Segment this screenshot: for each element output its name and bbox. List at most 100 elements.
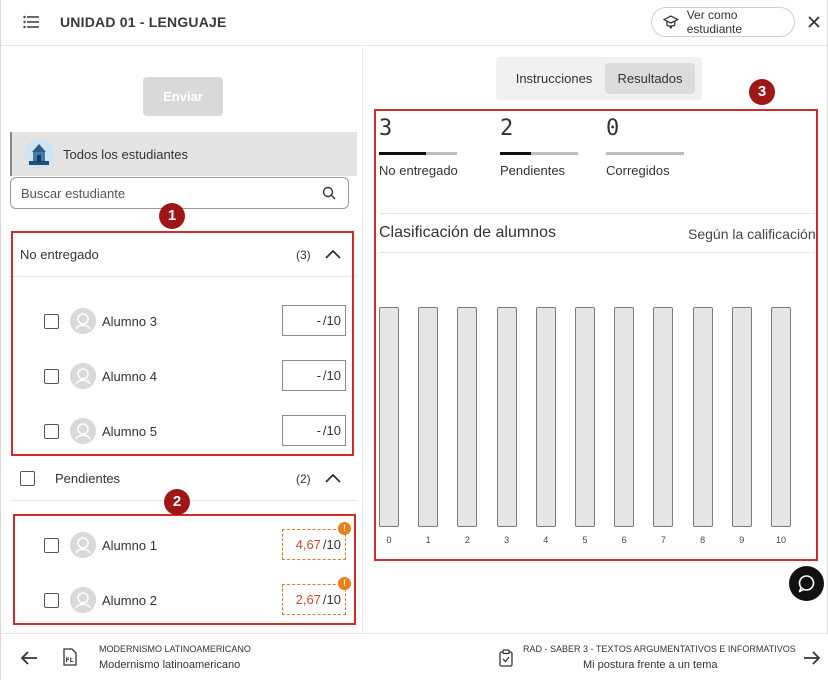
student-name: Alumno 2 xyxy=(102,593,157,608)
arrow-right-icon[interactable] xyxy=(803,650,821,666)
section-header-no-entregado[interactable]: No entregado (3) xyxy=(10,233,357,277)
page-title: UNIDAD 01 - LENGUAJE xyxy=(60,14,227,30)
prev-unit-caption: MODERNISMO LATINOAMERICANO xyxy=(99,644,251,654)
clipboard-check-icon xyxy=(499,649,513,667)
tab-instrucciones[interactable]: Instrucciones xyxy=(504,63,604,94)
grade-tick-label: 7 xyxy=(660,535,666,545)
section-count: (2) xyxy=(296,472,311,486)
grade-max: /10 xyxy=(322,313,341,328)
chevron-up-icon[interactable] xyxy=(325,473,341,483)
grade-input[interactable]: - /10 xyxy=(282,360,346,391)
group-avatar-icon xyxy=(24,139,54,169)
stat-progress-bar xyxy=(606,152,684,155)
grade-tick-label: 8 xyxy=(700,535,706,545)
stat-progress-fill xyxy=(500,152,532,155)
stat-value: 0 xyxy=(606,116,620,141)
grade-input[interactable]: 4,67 /10 xyxy=(282,529,346,560)
student-checkbox[interactable] xyxy=(44,369,59,384)
stat-value: 2 xyxy=(500,116,514,141)
stat-corregidos: 0 Corregidos xyxy=(606,116,706,178)
student-row: Alumno 1 4,67 /10 ! xyxy=(10,522,357,565)
student-row: Alumno 3 - /10 xyxy=(10,301,357,341)
section-count: (3) xyxy=(296,248,311,262)
next-unit-caption: RAD - SABER 3 - TEXTOS ARGUMENTATIVOS E … xyxy=(523,644,796,654)
grade-value: 4,67 xyxy=(295,537,321,552)
grade-input[interactable]: - /10 xyxy=(282,415,346,446)
next-unit-name[interactable]: Mi postura frente a un tema xyxy=(583,659,718,671)
grade-tick-label: 0 xyxy=(386,535,392,545)
student-name: Alumno 3 xyxy=(102,314,157,329)
arrow-left-icon[interactable] xyxy=(20,650,38,666)
grade-column-2 xyxy=(457,307,478,527)
footer-navigation: FL MODERNISMO LATINOAMERICANO Modernismo… xyxy=(1,633,828,680)
warning-icon: ! xyxy=(338,522,351,535)
divider xyxy=(379,213,815,214)
students-panel: Enviar Todos los estudiantes Buscar estu… xyxy=(1,47,363,633)
stat-label: No entregado xyxy=(379,163,458,178)
all-students-label: Todos los estudiantes xyxy=(63,146,189,162)
user-avatar-icon xyxy=(70,587,96,613)
send-button[interactable]: Enviar xyxy=(143,77,223,116)
student-checkbox[interactable] xyxy=(44,593,59,608)
student-row: Alumno 4 - /10 xyxy=(10,356,357,396)
chat-button[interactable] xyxy=(789,566,824,601)
grade-column-9 xyxy=(731,307,752,527)
grade-column-0 xyxy=(379,307,399,527)
student-row: Alumno 5 - /10 xyxy=(10,411,357,451)
section-checkbox[interactable] xyxy=(20,471,35,486)
top-header: UNIDAD 01 - LENGUAJE Ver como estudiante xyxy=(1,0,828,46)
grade-column-8 xyxy=(692,307,713,527)
student-name: Alumno 1 xyxy=(102,538,157,553)
grade-column-10 xyxy=(771,307,791,527)
user-avatar-icon xyxy=(70,418,96,444)
grade-tick-label: 5 xyxy=(582,535,588,545)
stat-label: Corregidos xyxy=(606,163,670,178)
search-icon[interactable] xyxy=(322,186,336,200)
grade-tick-label: 2 xyxy=(464,535,470,545)
grade-column-6 xyxy=(614,307,635,527)
grade-tick-label: 10 xyxy=(775,535,786,545)
grade-column-1 xyxy=(418,307,439,527)
user-avatar-icon xyxy=(70,363,96,389)
app-window: UNIDAD 01 - LENGUAJE Ver como estudiante… xyxy=(0,0,828,680)
grade-tick-label: 6 xyxy=(621,535,627,545)
section-title: No entregado xyxy=(20,247,99,262)
grade-value: - xyxy=(316,313,321,328)
grade-max: /10 xyxy=(322,423,341,438)
search-input[interactable]: Buscar estudiante xyxy=(10,177,349,209)
student-checkbox[interactable] xyxy=(44,538,59,553)
close-icon[interactable] xyxy=(807,15,821,29)
menu-icon[interactable] xyxy=(23,15,39,29)
classification-title: Clasificación de alumnos xyxy=(379,224,556,241)
grade-input[interactable]: 2,67 /10 xyxy=(282,584,346,615)
stat-pendientes: 2 Pendientes xyxy=(500,116,600,178)
grade-max: /10 xyxy=(322,592,341,607)
classification-sort[interactable]: Según la calificación xyxy=(688,226,816,242)
tab-resultados[interactable]: Resultados xyxy=(605,63,695,94)
graduation-cap-icon xyxy=(663,15,679,29)
grade-tick-label: 9 xyxy=(739,535,745,545)
grade-column-4 xyxy=(535,307,556,527)
grade-max: /10 xyxy=(322,368,341,383)
grade-value: 2,67 xyxy=(295,592,321,607)
grade-value: - xyxy=(316,423,321,438)
student-name: Alumno 4 xyxy=(102,369,157,384)
grade-column-3 xyxy=(496,307,517,527)
all-students-item[interactable]: Todos los estudiantes xyxy=(10,132,357,176)
student-checkbox[interactable] xyxy=(44,314,59,329)
grade-tick-label: 4 xyxy=(543,535,549,545)
stat-progress-bar xyxy=(379,152,457,155)
student-checkbox[interactable] xyxy=(44,424,59,439)
section-title: Pendientes xyxy=(55,471,121,486)
grade-input[interactable]: - /10 xyxy=(282,305,346,336)
stat-no-entregado: 3 No entregado xyxy=(379,116,479,178)
warning-icon: ! xyxy=(338,577,351,590)
annotation-badge-2: 2 xyxy=(164,489,190,515)
view-as-student-label: Ver como estudiante xyxy=(686,8,743,36)
prev-unit-name[interactable]: Modernismo latinoamericano xyxy=(99,659,240,671)
view-as-student-button[interactable]: Ver como estudiante xyxy=(651,7,795,37)
view-tabs: Instrucciones Resultados xyxy=(496,57,702,100)
user-avatar-icon xyxy=(70,532,96,558)
stat-progress-fill xyxy=(379,152,426,155)
chevron-up-icon[interactable] xyxy=(325,249,341,259)
